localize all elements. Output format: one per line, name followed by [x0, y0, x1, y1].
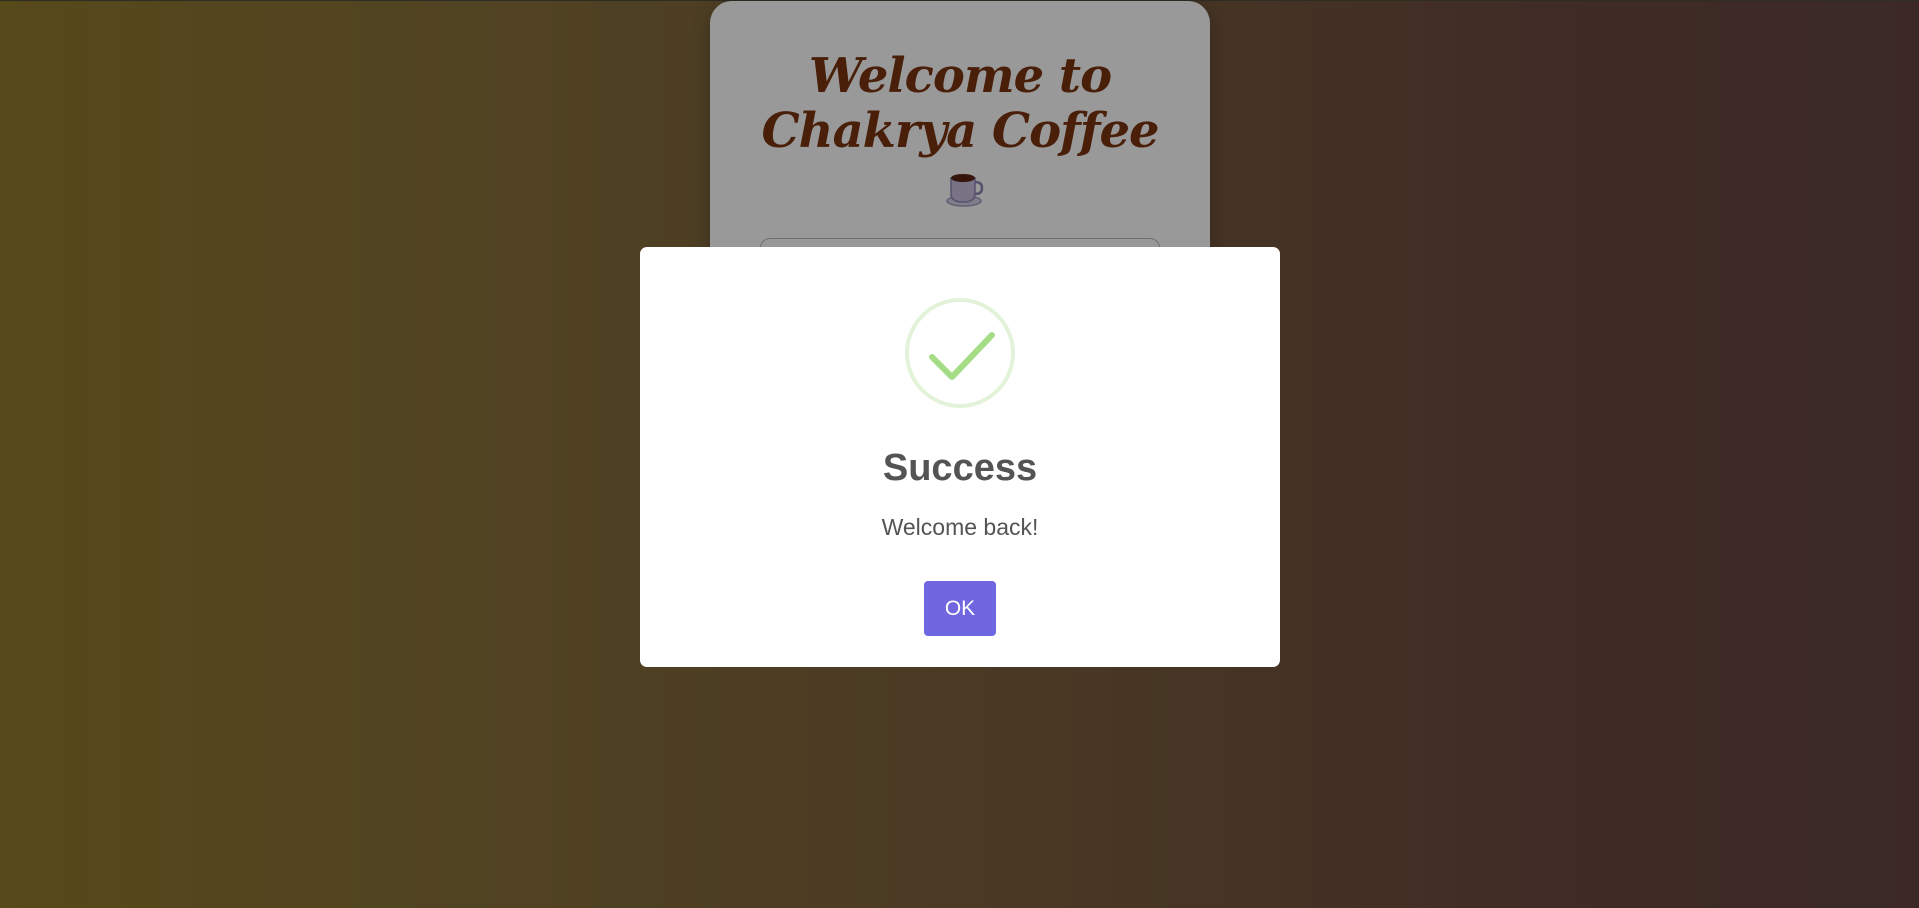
success-check-icon	[905, 298, 1015, 408]
success-dialog: Success Welcome back! OK	[640, 247, 1280, 667]
ok-button[interactable]: OK	[924, 581, 996, 636]
dialog-title: Success	[882, 447, 1038, 489]
dialog-message: Welcome back!	[881, 514, 1039, 540]
